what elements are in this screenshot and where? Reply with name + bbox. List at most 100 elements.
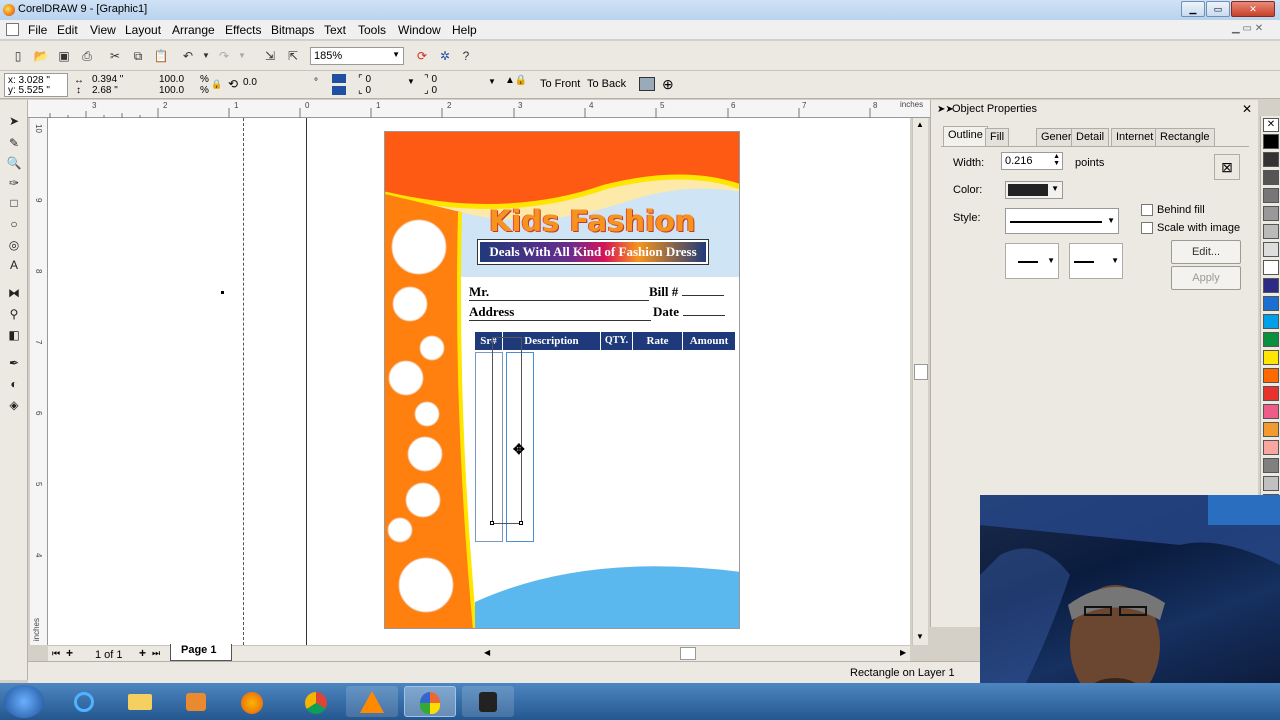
polygon-tool-icon[interactable]: ◎ (5, 236, 23, 254)
menu-text[interactable]: Text (324, 23, 346, 37)
internet-explorer-taskbar-icon[interactable] (58, 686, 110, 717)
end-arrowhead-select[interactable]: ▼ (1069, 243, 1123, 279)
palette-swatch[interactable] (1263, 350, 1279, 365)
palette-swatch[interactable] (1263, 134, 1279, 149)
mirror-horizontal-icon[interactable] (332, 74, 346, 83)
palette-swatch[interactable] (1263, 332, 1279, 347)
scale-x-value[interactable]: 100.0 (159, 74, 184, 85)
undo-icon[interactable]: ↶ (180, 48, 196, 64)
round-corners-together-icon[interactable]: ▲🔒 (505, 75, 527, 86)
tagline-banner[interactable]: Deals With All Kind of Fashion Dress (477, 239, 709, 265)
start-button[interactable] (4, 685, 44, 718)
menu-edit[interactable]: Edit (57, 23, 78, 37)
fill-tool-icon[interactable]: ◐ (5, 375, 23, 393)
undo-dropdown-icon[interactable]: ▼ (198, 48, 214, 64)
brand-title[interactable]: Kids Fashion (489, 204, 696, 238)
palette-swatch[interactable] (1263, 296, 1279, 311)
edit-button[interactable]: Edit... (1171, 240, 1241, 264)
rotation-field[interactable]: 0.0 ° (240, 75, 318, 93)
text-tool-icon[interactable]: A (5, 256, 23, 274)
palette-swatch[interactable] (1263, 404, 1279, 419)
save-icon[interactable]: ▣ (56, 48, 72, 64)
selection-bounding-box[interactable] (492, 337, 522, 524)
horizontal-scrollbar[interactable]: ⏮ + 1 of 1 + ⏭ Page 1 ◀ ▶ (48, 644, 910, 661)
palette-swatch[interactable] (1263, 170, 1279, 185)
tab-fill[interactable]: Fill (985, 128, 1010, 146)
palette-swatch[interactable] (1263, 422, 1279, 437)
file-explorer-taskbar-icon[interactable] (114, 686, 166, 717)
object-width-value[interactable]: 0.394 " (92, 74, 123, 85)
palette-swatch[interactable] (1263, 188, 1279, 203)
tab-rectangle[interactable]: Rectangle (1155, 128, 1215, 146)
apply-button[interactable]: Apply (1171, 266, 1241, 290)
eyedropper-tool-icon[interactable]: ⚲ (5, 305, 23, 323)
copy-icon[interactable]: ⧉ (130, 48, 146, 64)
application-launcher-icon[interactable]: ⟳ (414, 48, 430, 64)
menu-tools[interactable]: Tools (358, 23, 386, 37)
maximize-button[interactable]: ▭ (1206, 1, 1230, 17)
object-height-value[interactable]: 2.68 " (92, 85, 118, 96)
bill-field[interactable]: Bill # (649, 284, 729, 300)
no-color-swatch[interactable]: ✕ (1263, 118, 1279, 132)
palette-swatch[interactable] (1263, 152, 1279, 167)
palette-swatch[interactable] (1263, 368, 1279, 383)
interactive-fill-tool-icon[interactable]: ◈ (5, 396, 23, 414)
freehand-tool-icon[interactable]: ✑ (5, 174, 23, 192)
palette-swatch[interactable] (1263, 206, 1279, 221)
outline-style-select[interactable]: ▼ (1005, 208, 1119, 234)
behind-fill-checkbox[interactable] (1141, 204, 1153, 216)
media-player-taskbar-icon[interactable] (170, 686, 222, 717)
selection-handle[interactable] (519, 521, 523, 525)
corel-online-icon[interactable]: ✲ (437, 48, 453, 64)
horizontal-scroll-thumb[interactable] (680, 647, 696, 660)
new-document-icon[interactable]: ▯ (10, 48, 26, 64)
guideline[interactable] (243, 118, 244, 645)
menu-window[interactable]: Window (398, 23, 441, 37)
scroll-down-icon[interactable]: ▼ (916, 632, 924, 641)
menu-help[interactable]: Help (452, 23, 477, 37)
vlc-taskbar-icon[interactable] (346, 686, 398, 717)
start-arrowhead-select[interactable]: ▼ (1005, 243, 1059, 279)
add-page-after-icon[interactable]: + (139, 646, 146, 660)
selection-handle[interactable] (490, 521, 494, 525)
corner-spinner-2-icon[interactable]: ▼ (488, 77, 496, 86)
page-tab[interactable]: Page 1 (170, 644, 232, 661)
whats-this-help-icon[interactable]: ? (458, 48, 474, 64)
to-front-button[interactable]: To Front (540, 78, 580, 90)
doc-window-controls[interactable]: ▁ ▭ ✕ (1232, 23, 1263, 34)
scroll-left-icon[interactable]: ◀ (484, 648, 490, 657)
vertical-scroll-thumb[interactable] (914, 364, 928, 380)
outline-color-picker[interactable]: ▼ (1005, 181, 1063, 199)
paste-icon[interactable]: 📋 (153, 48, 169, 64)
close-window-button[interactable]: ✕ (1231, 1, 1275, 17)
wrap-paragraph-icon[interactable]: ⊕ (662, 76, 674, 93)
export-icon[interactable]: ⇱ (285, 48, 301, 64)
menu-file[interactable]: File (28, 23, 47, 37)
to-back-button[interactable]: To Back (587, 78, 626, 90)
cut-icon[interactable]: ✂ (107, 48, 123, 64)
width-spinner-icon[interactable]: ▲ ▼ (1053, 153, 1060, 167)
first-page-icon[interactable]: ⏮ (52, 648, 60, 659)
palette-swatch[interactable] (1263, 458, 1279, 473)
zoom-tool-icon[interactable]: 🔍 (5, 154, 23, 172)
tab-detail[interactable]: Detail (1071, 128, 1110, 146)
scale-with-image-checkbox[interactable] (1141, 222, 1153, 234)
vertical-scrollbar[interactable]: ▲ ▼ (912, 118, 928, 645)
vertical-ruler[interactable]: 10 9 8 7 6 5 4 inches (30, 118, 48, 645)
palette-swatch[interactable] (1263, 386, 1279, 401)
palette-swatch[interactable] (1263, 440, 1279, 455)
convert-to-curves-icon[interactable] (639, 77, 655, 91)
horizontal-ruler[interactable]: 3 2 1 0 1 2 3 4 5 6 7 8 inches (28, 100, 930, 118)
menu-arrange[interactable]: Arrange (172, 23, 215, 37)
menu-layout[interactable]: Layout (125, 23, 161, 37)
interactive-blend-tool-icon[interactable]: ⧓ (5, 284, 23, 302)
mirror-vertical-icon[interactable] (332, 86, 346, 95)
firefox-taskbar-icon[interactable] (226, 686, 278, 717)
menu-view[interactable]: View (90, 23, 116, 37)
redo-dropdown-icon[interactable]: ▼ (234, 48, 250, 64)
screen-recorder-taskbar-icon[interactable] (462, 686, 514, 717)
ellipse-tool-icon[interactable]: ○ (5, 215, 23, 233)
lock-ratio-icon[interactable]: 🔒 (211, 79, 222, 90)
palette-swatch[interactable] (1263, 314, 1279, 329)
import-icon[interactable]: ⇲ (262, 48, 278, 64)
